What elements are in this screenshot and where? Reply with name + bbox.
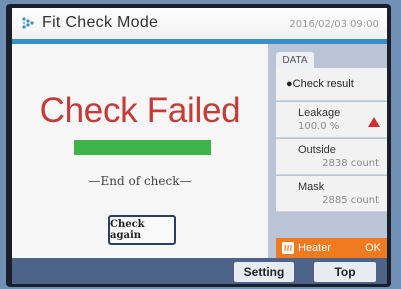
- leakage-value: 100.0 %: [298, 121, 340, 132]
- page-title: Fit Check Mode: [42, 14, 159, 31]
- outside-value: 2838 count: [322, 158, 379, 169]
- outside-card: Outside 2838 count: [276, 139, 387, 175]
- setting-button[interactable]: Setting: [234, 262, 294, 282]
- end-of-check-text: —End of check—: [88, 174, 192, 188]
- mask-value: 2885 count: [322, 195, 379, 206]
- leakage-card: Leakage 100.0 %: [276, 102, 387, 138]
- leakage-label: Leakage: [298, 107, 341, 119]
- data-panel: DATA ●Check result Leakage 100.0 % Outsi…: [268, 44, 387, 258]
- check-result-card: ●Check result: [276, 68, 387, 101]
- mask-card: Mask 2885 count: [276, 176, 387, 212]
- warning-triangle-icon: [368, 117, 380, 127]
- check-again-button[interactable]: Check again: [108, 215, 176, 245]
- check-result-label: ●Check result: [286, 78, 354, 90]
- dots-icon: [22, 17, 34, 29]
- progress-bar: [74, 140, 211, 155]
- mask-label: Mask: [298, 181, 325, 193]
- heater-ok: OK: [365, 242, 381, 254]
- heater-status: Heater OK: [276, 238, 387, 258]
- heater-icon: [282, 242, 294, 254]
- screen: Fit Check Mode 2016/02/03 09:00 Check Fa…: [12, 8, 387, 284]
- outside-label: Outside: [298, 144, 336, 156]
- top-button[interactable]: Top: [314, 262, 376, 282]
- datetime: 2016/02/03 09:00: [289, 19, 379, 30]
- progress-fill: [74, 140, 211, 155]
- header: Fit Check Mode 2016/02/03 09:00: [12, 8, 387, 39]
- check-status: Check Failed: [39, 91, 241, 130]
- main-panel: Check Failed —End of check— Check again: [12, 44, 268, 258]
- heater-label: Heater: [298, 242, 332, 254]
- tab-data[interactable]: DATA: [276, 52, 314, 68]
- footer: Setting Top: [12, 258, 387, 284]
